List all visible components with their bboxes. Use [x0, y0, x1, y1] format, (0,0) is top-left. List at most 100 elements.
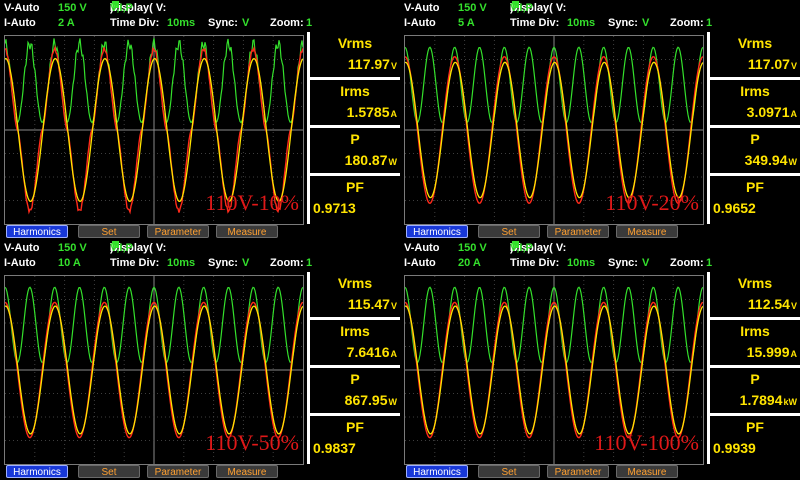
zoom-value[interactable]: 1 — [706, 256, 712, 270]
harmonics-button[interactable]: Harmonics — [406, 465, 468, 478]
pf-value: 0.9652 — [713, 200, 756, 216]
current-mode: I-Auto — [404, 17, 436, 29]
display-list: V,I,P — [110, 242, 133, 254]
measure-button[interactable]: Measure — [616, 225, 678, 238]
irms-cell: Irms 1.5785A — [310, 80, 400, 125]
irms-unit: A — [390, 109, 398, 119]
measurement-panel: Vrms 117.97V Irms 1.5785A P 180.87W PF 0… — [307, 32, 400, 224]
irms-value: 3.0971A — [710, 104, 797, 120]
time-div-value[interactable]: 10ms — [567, 256, 595, 270]
waveform-display: 110V-20% — [404, 35, 704, 225]
set-button[interactable]: Set — [78, 465, 140, 478]
pf-label: PF — [346, 419, 364, 435]
harmonics-button[interactable]: Harmonics — [6, 225, 68, 238]
set-button[interactable]: Set — [478, 225, 540, 238]
current-range[interactable]: 20 A — [458, 256, 481, 270]
vrms-unit: V — [790, 301, 797, 311]
time-div-label: Time Div: — [110, 17, 160, 29]
test-condition-label: 110V-100% — [594, 430, 699, 455]
voltage-range[interactable]: 150 V — [58, 1, 87, 15]
power-number: 867.95 — [344, 392, 388, 408]
vrms-value: 115.47V — [310, 296, 397, 312]
power-number: 180.87 — [344, 152, 388, 168]
parameter-button[interactable]: Parameter — [547, 225, 609, 238]
status-header: V-Auto 150 V I-Auto 2 A Display( V: I: P:)… — [0, 0, 400, 32]
current-range[interactable]: 2 A — [58, 16, 75, 30]
current-mode: I-Auto — [4, 257, 36, 269]
measure-button[interactable]: Measure — [616, 465, 678, 478]
zoom-label: Zoom: — [670, 17, 704, 29]
display-list: V,I,P — [510, 2, 533, 14]
measure-button[interactable]: Measure — [216, 225, 278, 238]
set-button[interactable]: Set — [78, 225, 140, 238]
sync-label: Sync: — [608, 257, 638, 269]
power-value: 867.95W — [310, 392, 397, 408]
parameter-button[interactable]: Parameter — [147, 225, 209, 238]
test-condition-label: 110V-50% — [205, 430, 299, 455]
pf-cell: PF 0.9652 — [710, 176, 800, 224]
power-label: P — [350, 131, 360, 147]
power-value: 180.87W — [310, 152, 397, 168]
pf-cell: PF 0.9837 — [310, 416, 400, 464]
vrms-cell: Vrms 117.07V — [710, 32, 800, 77]
measure-button[interactable]: Measure — [216, 465, 278, 478]
meter-panel-1: V-Auto 150 V I-Auto 2 A Display( V: I: P:)… — [0, 0, 400, 240]
voltage-range[interactable]: 150 V — [458, 241, 487, 255]
set-button[interactable]: Set — [478, 465, 540, 478]
time-div-label: Time Div: — [110, 257, 160, 269]
irms-value: 15.999A — [710, 344, 797, 360]
harmonics-button[interactable]: Harmonics — [406, 225, 468, 238]
current-range[interactable]: 5 A — [458, 16, 475, 30]
time-div-label: Time Div: — [510, 17, 560, 29]
sync-value[interactable]: V — [642, 16, 649, 30]
vrms-unit: V — [790, 61, 797, 71]
irms-cell: Irms 7.6416A — [310, 320, 400, 365]
pf-label: PF — [746, 179, 764, 195]
power-unit: kW — [783, 397, 798, 407]
vrms-label: Vrms — [337, 35, 373, 51]
parameter-button[interactable]: Parameter — [147, 465, 209, 478]
sync-value[interactable]: V — [242, 256, 249, 270]
zoom-value[interactable]: 1 — [306, 256, 312, 270]
sync-value[interactable]: V — [242, 16, 249, 30]
voltage-range[interactable]: 150 V — [458, 1, 487, 15]
pf-label: PF — [746, 419, 764, 435]
zoom-value[interactable]: 1 — [306, 16, 312, 30]
time-div-label: Time Div: — [510, 257, 560, 269]
power-label: P — [750, 131, 760, 147]
irms-label: Irms — [340, 83, 370, 99]
irms-unit: A — [790, 349, 798, 359]
vrms-label: Vrms — [337, 275, 373, 291]
vrms-cell: Vrms 112.54V — [710, 272, 800, 317]
vrms-number: 112.54 — [747, 296, 790, 312]
current-range[interactable]: 10 A — [58, 256, 81, 270]
pf-label: PF — [346, 179, 364, 195]
voltage-range[interactable]: 150 V — [58, 241, 87, 255]
parameter-button[interactable]: Parameter — [547, 465, 609, 478]
time-div-value[interactable]: 10ms — [567, 16, 595, 30]
sync-label: Sync: — [208, 257, 238, 269]
pf-cell: PF 0.9713 — [310, 176, 400, 224]
time-div-value[interactable]: 10ms — [167, 256, 195, 270]
power-label: P — [350, 371, 360, 387]
irms-number: 1.5785 — [346, 104, 390, 120]
waveform-display: 110V-50% — [4, 275, 304, 465]
test-condition-label: 110V-20% — [605, 190, 699, 215]
vrms-unit: V — [390, 61, 397, 71]
irms-cell: Irms 3.0971A — [710, 80, 800, 125]
power-unit: W — [788, 157, 798, 167]
irms-value: 1.5785A — [310, 104, 397, 120]
power-cell: P 180.87W — [310, 128, 400, 173]
power-cell: P 349.94W — [710, 128, 800, 173]
power-cell: P 867.95W — [310, 368, 400, 413]
sync-value[interactable]: V — [642, 256, 649, 270]
zoom-value[interactable]: 1 — [706, 16, 712, 30]
zoom-label: Zoom: — [270, 257, 304, 269]
current-mode: I-Auto — [4, 17, 36, 29]
irms-number: 15.999 — [746, 344, 790, 360]
power-unit: W — [388, 157, 398, 167]
pf-cell: PF 0.9939 — [710, 416, 800, 464]
irms-number: 3.0971 — [746, 104, 790, 120]
time-div-value[interactable]: 10ms — [167, 16, 195, 30]
harmonics-button[interactable]: Harmonics — [6, 465, 68, 478]
